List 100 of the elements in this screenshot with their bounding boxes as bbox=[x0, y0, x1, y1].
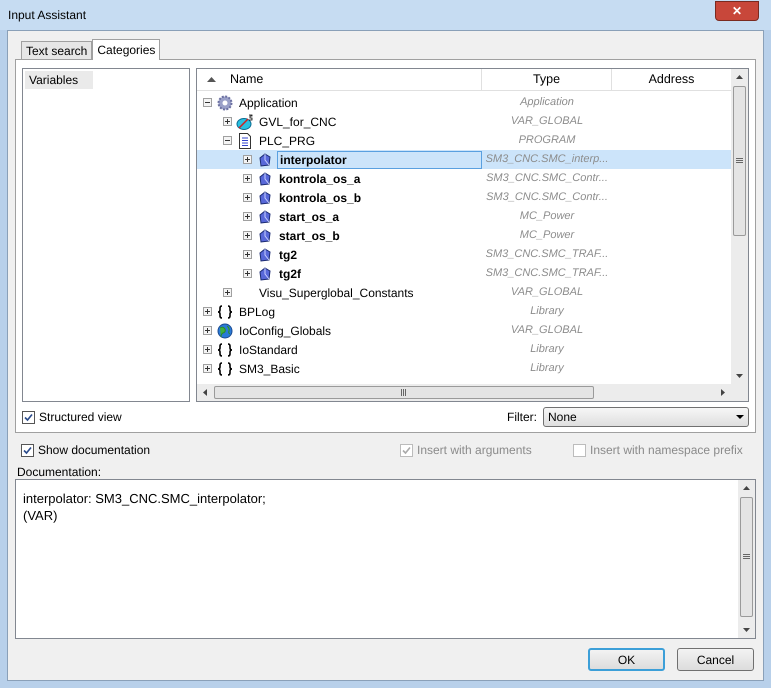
type-cell-text: SM3_CNC.SMC_Contr... bbox=[485, 171, 609, 186]
expand-icon[interactable] bbox=[243, 212, 252, 221]
expand-icon[interactable] bbox=[203, 364, 212, 373]
expand-icon[interactable] bbox=[223, 288, 232, 297]
expand-icon[interactable] bbox=[243, 155, 252, 164]
tree-item-name: kontrola_os_a bbox=[278, 170, 362, 188]
expand-icon[interactable] bbox=[223, 117, 232, 126]
tree-item-name: kontrola_os_b bbox=[278, 190, 362, 206]
tree-item-name: Visu_Superglobal_Constants bbox=[258, 284, 415, 302]
collapse-icon[interactable] bbox=[203, 98, 212, 107]
tree-item-name: tg2 bbox=[278, 246, 298, 264]
tree-item-name: GVL_for_CNC bbox=[258, 114, 338, 130]
expand-icon[interactable] bbox=[203, 307, 212, 316]
category-item[interactable]: Variables bbox=[25, 71, 93, 89]
tree-row[interactable]: BPLog Library bbox=[197, 302, 731, 321]
horizontal-scrollbar[interactable] bbox=[197, 384, 748, 401]
tree-row[interactable]: interpolator SM3_CNC.SMC_interp... bbox=[197, 150, 731, 169]
type-cell-text: SM3_CNC.SMC_TRAF... bbox=[484, 247, 610, 262]
type-cell-text: SM3_CNC.SMC_Contr... bbox=[485, 190, 609, 206]
expand-icon[interactable] bbox=[243, 250, 252, 259]
grip-icon bbox=[736, 158, 743, 164]
type-cell-text: Library bbox=[529, 361, 566, 376]
column-header[interactable]: Type bbox=[482, 69, 612, 90]
tree-item-name: IoStandard bbox=[238, 342, 299, 358]
checkmark-icon bbox=[23, 446, 32, 454]
scrollbar-thumb[interactable] bbox=[214, 386, 594, 399]
type-cell-text: SM3_CNC.SMC_interp... bbox=[484, 152, 610, 168]
tree-row[interactable]: Application Application bbox=[197, 93, 731, 112]
variable-icon bbox=[259, 248, 271, 262]
vertical-scrollbar[interactable] bbox=[731, 69, 748, 384]
type-cell-text: VAR_GLOBAL bbox=[510, 285, 584, 300]
braces-icon bbox=[217, 360, 233, 376]
variable-icon bbox=[259, 228, 271, 242]
tab[interactable]: Categories bbox=[92, 39, 160, 60]
window-title: Input Assistant bbox=[8, 7, 86, 24]
variable-icon bbox=[259, 152, 271, 166]
type-cell-text: Application bbox=[518, 95, 575, 110]
vertical-scrollbar[interactable] bbox=[738, 480, 755, 638]
filter-label: Filter: bbox=[507, 409, 537, 426]
tree-item-name: tg2f bbox=[278, 266, 302, 282]
checkbox-label: Structured view bbox=[39, 409, 122, 426]
column-header[interactable]: Name bbox=[197, 69, 482, 90]
expand-icon[interactable] bbox=[243, 269, 252, 278]
expand-icon[interactable] bbox=[243, 193, 252, 202]
tree-row[interactable]: kontrola_os_a SM3_CNC.SMC_Contr... bbox=[197, 169, 731, 188]
checkbox-label: Insert with namespace prefix bbox=[590, 442, 743, 459]
dialog-button[interactable]: OK bbox=[588, 648, 665, 671]
expand-icon[interactable] bbox=[243, 231, 252, 240]
tree-row[interactable]: tg2f SM3_CNC.SMC_TRAF... bbox=[197, 264, 731, 283]
tree-row[interactable]: SM3_Basic Library bbox=[197, 359, 731, 378]
column-header[interactable]: Address bbox=[612, 69, 731, 90]
type-cell-text: VAR_GLOBAL bbox=[510, 114, 584, 130]
variable-icon bbox=[259, 172, 271, 186]
tree-row[interactable]: Visu_Superglobal_Constants VAR_GLOBAL bbox=[197, 283, 731, 302]
documentation-line: (VAR) bbox=[23, 507, 58, 524]
column-header-label: Name bbox=[230, 71, 264, 88]
grip-icon bbox=[743, 554, 750, 560]
type-cell-text: PROGRAM bbox=[518, 133, 576, 148]
tree-row[interactable]: tg2 SM3_CNC.SMC_TRAF... bbox=[197, 245, 731, 264]
checkbox[interactable] bbox=[21, 444, 34, 456]
tree-item-name: BPLog bbox=[238, 304, 276, 320]
scrollbar-thumb[interactable] bbox=[733, 86, 746, 236]
type-cell-text: VAR_GLOBAL bbox=[510, 323, 584, 338]
tree-item-name: SM3_Basic bbox=[238, 360, 301, 378]
variable-icon bbox=[259, 190, 271, 204]
scrollbar-thumb[interactable] bbox=[740, 497, 753, 617]
checkbox[interactable] bbox=[22, 410, 35, 424]
expand-icon[interactable] bbox=[243, 174, 252, 183]
filter-value: None bbox=[548, 409, 577, 426]
filter-dropdown[interactable]: None bbox=[543, 407, 749, 427]
tree-item-name: start_os_b bbox=[278, 228, 341, 244]
sort-icon bbox=[207, 77, 216, 82]
checkmark-icon bbox=[402, 446, 411, 454]
tree-row[interactable]: PLC_PRG PROGRAM bbox=[197, 131, 731, 150]
expand-icon[interactable] bbox=[203, 326, 212, 335]
gear-icon bbox=[217, 94, 233, 110]
type-cell-text: MC_Power bbox=[518, 209, 576, 224]
globe-icon bbox=[217, 322, 233, 338]
globe-list-icon bbox=[236, 114, 254, 130]
tree-row[interactable]: GVL_for_CNC VAR_GLOBAL bbox=[197, 112, 731, 131]
tree-row[interactable]: IoConfig_Globals VAR_GLOBAL bbox=[197, 321, 731, 340]
variable-icon bbox=[259, 266, 271, 280]
tree-item-name: Application bbox=[238, 94, 299, 112]
collapse-icon[interactable] bbox=[223, 136, 232, 145]
tree-row[interactable]: start_os_a MC_Power bbox=[197, 207, 731, 226]
variable-icon bbox=[259, 210, 271, 224]
braces-icon bbox=[217, 342, 233, 358]
expand-icon[interactable] bbox=[203, 345, 212, 354]
dialog-button[interactable]: Cancel bbox=[677, 648, 754, 671]
tree-item-name: PLC_PRG bbox=[258, 132, 316, 150]
grip-icon bbox=[401, 389, 407, 396]
tree-row[interactable]: IoStandard Library bbox=[197, 340, 731, 359]
tab[interactable]: Text search bbox=[21, 41, 92, 59]
type-cell-text: SM3_CNC.SMC_TRAF... bbox=[484, 266, 610, 282]
tree-row[interactable]: kontrola_os_b SM3_CNC.SMC_Contr... bbox=[197, 188, 731, 207]
type-cell-text: Library bbox=[529, 304, 566, 320]
checkbox-label: Insert with arguments bbox=[417, 442, 532, 459]
documentation-line: interpolator: SM3_CNC.SMC_interpolator; bbox=[23, 490, 267, 507]
tree-row[interactable]: start_os_b MC_Power bbox=[197, 226, 731, 245]
close-button[interactable]: ✕ bbox=[715, 1, 759, 21]
